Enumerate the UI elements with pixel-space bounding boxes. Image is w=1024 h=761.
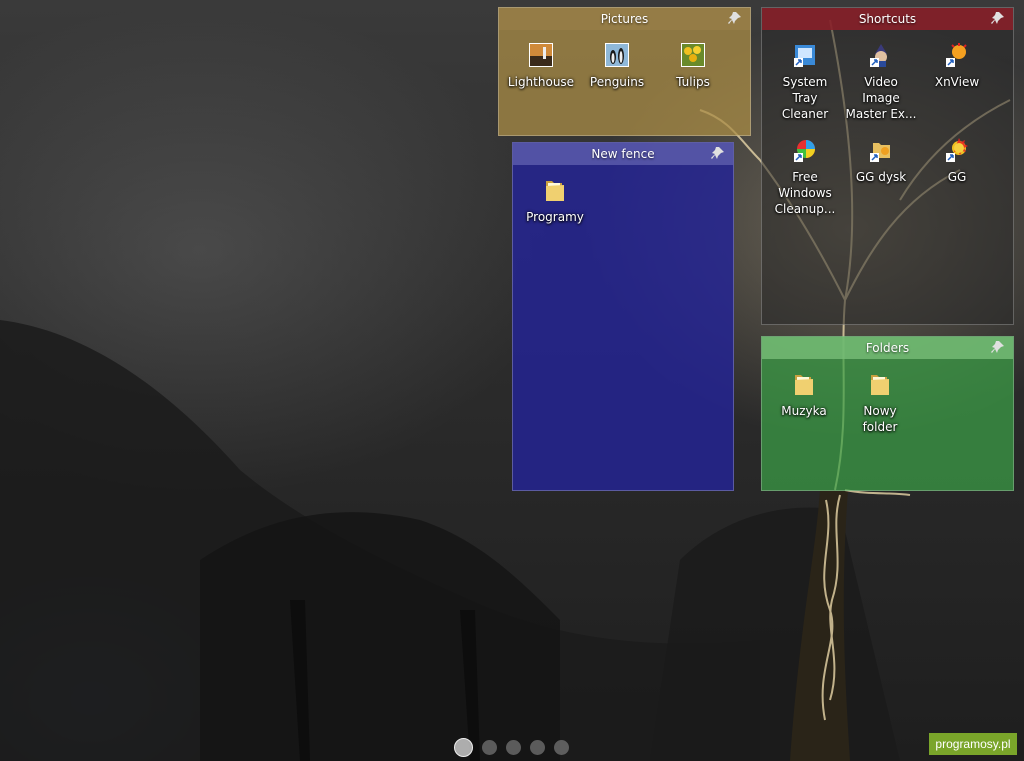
item-video-image-master[interactable]: Video Image Master Ex... [843,42,919,122]
lighthouse-image-icon [529,43,553,67]
item-label: XnView [934,75,980,89]
item-muzyka[interactable]: Muzyka [766,371,842,419]
gg-icon [946,138,968,162]
system-tray-cleaner-icon [794,45,815,67]
item-penguins[interactable]: Penguins [579,42,655,90]
item-programy[interactable]: Programy [517,177,593,225]
item-lighthouse[interactable]: Lighthouse [503,42,579,90]
item-system-tray-cleaner[interactable]: System Tray Cleaner [767,42,843,122]
item-free-windows-cleanup[interactable]: Free Windows Cleanup... [767,137,843,217]
fence-new-fence-header[interactable]: New fence [513,143,733,165]
item-label: Lighthouse [507,75,575,89]
folder-icon [871,375,889,395]
gg-dysk-icon [870,143,890,162]
item-gg-dysk[interactable]: GG dysk [843,137,919,185]
fence-new-fence[interactable]: New fence Programy [512,142,734,491]
video-image-master-icon [870,44,887,67]
item-label: Muzyka [781,404,827,418]
item-label: Penguins [589,75,645,89]
item-xnview[interactable]: XnView [919,42,995,90]
page-dot-4[interactable] [530,740,545,755]
folder-icon [795,375,813,395]
fence-title: Shortcuts [858,12,917,26]
item-label: Nowy folder [862,404,898,434]
pin-icon[interactable] [728,11,742,25]
fence-folders[interactable]: Folders Muzyka Nowy folder [761,336,1014,491]
item-label: Tulips [676,75,710,89]
watermark: programosy.pl [929,733,1017,755]
fence-title: New fence [591,147,655,161]
fence-shortcuts-header[interactable]: Shortcuts [762,8,1013,30]
pin-icon[interactable] [991,340,1005,354]
pin-icon[interactable] [991,11,1005,25]
item-label: Video Image Master Ex... [845,75,917,121]
desktop-page-indicator [454,738,569,757]
pin-icon[interactable] [711,146,725,160]
page-dot-1[interactable] [454,738,473,757]
fence-title: Folders [865,341,910,355]
page-dot-5[interactable] [554,740,569,755]
folder-icon [546,181,564,201]
fence-title: Pictures [600,12,649,26]
page-dot-2[interactable] [482,740,497,755]
tulips-image-icon [681,43,705,67]
desktop: Pictures Lighthouse Penguins Tulips Shor… [0,0,1024,761]
item-label: GG dysk [855,170,907,184]
fence-pictures-header[interactable]: Pictures [499,8,750,30]
penguins-image-icon [605,43,629,67]
item-nowy-folder[interactable]: Nowy folder [842,371,918,435]
item-label: System Tray Cleaner [781,75,829,121]
item-gg[interactable]: GG [919,137,995,185]
item-label: Programy [526,210,584,224]
free-windows-cleanup-icon [794,140,815,162]
page-dot-3[interactable] [506,740,521,755]
item-label: GG [947,170,967,184]
fence-folders-header[interactable]: Folders [762,337,1013,359]
item-tulips[interactable]: Tulips [655,42,731,90]
fence-shortcuts[interactable]: Shortcuts System Tray Cleaner Video Imag… [761,7,1014,325]
item-label: Free Windows Cleanup... [774,170,836,216]
xnview-icon [946,43,967,67]
fence-pictures[interactable]: Pictures Lighthouse Penguins Tulips [498,7,751,136]
